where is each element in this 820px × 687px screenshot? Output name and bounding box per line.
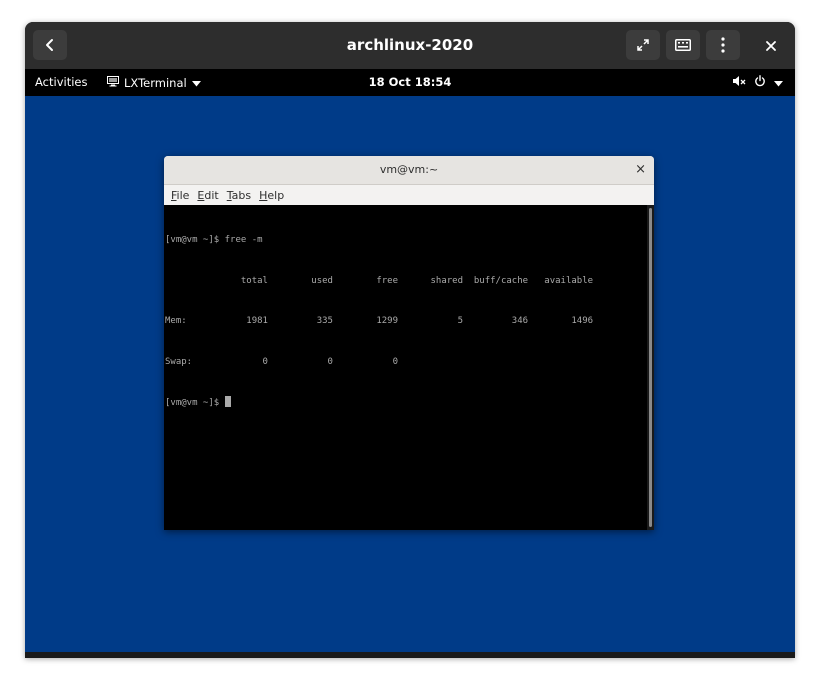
guest-desktop: Activities LXTerminal 18 Oct 18:54 vm@vm… [25,69,795,652]
terminal-line: Mem: 1981 335 1299 5 346 1496 [165,316,594,326]
text-cursor [224,396,231,407]
viewer-header-bar: archlinux-2020 [25,22,795,69]
terminal-titlebar[interactable]: vm@vm:~ × [164,156,654,185]
terminal-prompt: [vm@vm ~]$ [165,398,225,408]
terminal-line: [vm@vm ~]$ free -m [165,235,263,245]
app-menu-label: LXTerminal [124,75,187,90]
terminal-icon [107,75,119,90]
vm-viewer-window: archlinux-2020 Activities LXTerminal 18 … [25,22,795,658]
viewer-bottom-edge [25,652,795,658]
terminal-text: [vm@vm ~]$ free -m total used free share… [165,207,593,437]
volume-muted-icon [732,75,746,90]
system-status-menu[interactable] [732,69,783,96]
clock[interactable]: 18 Oct 18:54 [369,75,452,89]
terminal-line: total used free shared buff/cache availa… [165,275,594,286]
close-button[interactable] [758,30,784,60]
terminal-output-area[interactable]: [vm@vm ~]$ free -m total used free share… [164,205,647,530]
terminal-prompt-line: [vm@vm ~]$ [165,396,593,410]
menu-file[interactable]: File [171,189,189,202]
vertical-dots-icon [721,37,725,53]
power-icon [754,75,766,90]
menu-tabs[interactable]: Tabs [227,189,251,202]
keyboard-icon [675,39,691,51]
chevron-left-icon [43,38,57,52]
gnome-top-bar: Activities LXTerminal 18 Oct 18:54 [25,69,795,96]
app-menu[interactable]: LXTerminal [107,69,201,96]
terminal-menubar: File Edit Tabs Help [164,185,654,205]
terminal-close-button[interactable]: × [635,156,646,184]
scrollbar-thumb[interactable] [649,208,652,527]
lxterminal-window: vm@vm:~ × File Edit Tabs Help [vm@vm ~]$… [164,156,654,530]
menu-help[interactable]: Help [259,189,284,202]
back-button[interactable] [33,30,67,60]
menu-edit[interactable]: Edit [197,189,218,202]
expand-arrows-icon [636,38,650,52]
terminal-title: vm@vm:~ [379,163,439,176]
menu-button[interactable] [706,30,740,60]
close-icon [766,36,776,55]
terminal-line: Swap: 0 0 0 [165,356,398,367]
keyboard-button[interactable] [666,30,700,60]
fullscreen-button[interactable] [626,30,660,60]
chevron-down-icon [774,76,783,90]
activities-button[interactable]: Activities [35,69,87,96]
terminal-scrollbar[interactable] [647,205,654,530]
chevron-down-icon [191,76,201,90]
